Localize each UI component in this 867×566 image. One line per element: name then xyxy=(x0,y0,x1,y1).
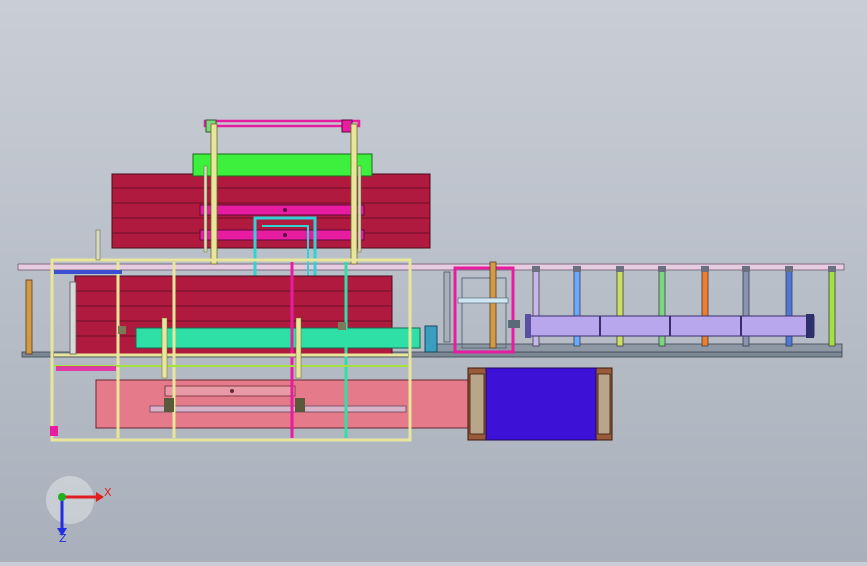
triad-backdrop xyxy=(46,476,94,524)
y-axis-dot xyxy=(58,493,66,501)
roller-cap xyxy=(532,266,540,272)
cad-model-drawing[interactable]: X Z xyxy=(0,0,867,562)
x-axis-label: X xyxy=(104,486,112,499)
roller-cap xyxy=(742,266,750,272)
teal-bottom-beam xyxy=(135,325,438,353)
x-axis-arrowhead xyxy=(96,492,104,502)
conveyor-roller xyxy=(828,269,836,347)
roller-cap xyxy=(828,266,836,272)
pink-base-plate xyxy=(95,379,469,429)
magenta-gate-frame xyxy=(443,261,520,354)
cad-viewport[interactable]: X Z xyxy=(0,0,867,562)
roller-cap xyxy=(658,266,666,272)
coordinate-triad: X Z xyxy=(46,476,112,545)
roller-cap xyxy=(785,266,793,272)
blue-box xyxy=(467,367,613,441)
lavender-conveyor-bed xyxy=(525,314,815,338)
roller-cap xyxy=(616,266,624,272)
roller-cap xyxy=(701,266,709,272)
roller-cap xyxy=(573,266,581,272)
z-axis-label: Z xyxy=(59,532,67,545)
green-top-beam xyxy=(192,153,373,177)
